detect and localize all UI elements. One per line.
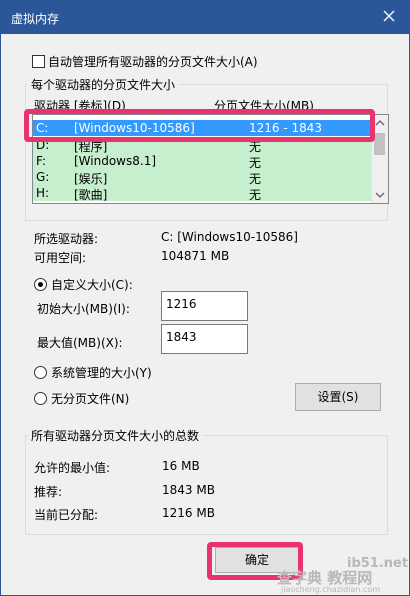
drive-letter: F: bbox=[36, 154, 47, 168]
min-allowed-value: 16 MB bbox=[162, 459, 200, 473]
custom-size-label[interactable]: 自定义大小(C): bbox=[51, 276, 133, 293]
system-managed-radio[interactable] bbox=[34, 366, 47, 379]
drive-list[interactable]: C: [Windows10-10586] 1216 - 1843 D: [程序]… bbox=[32, 114, 389, 204]
drive-size: 1216 - 1843 bbox=[249, 121, 323, 135]
title-bar: 虚拟内存 bbox=[1, 1, 409, 34]
current-allocated-label: 当前已分配: bbox=[34, 508, 99, 522]
column-header-size: 分页文件大小(MB) bbox=[214, 99, 314, 113]
current-allocated-value: 1216 MB bbox=[162, 506, 215, 520]
initial-size-label: 初始大小(MB)(I): bbox=[37, 302, 130, 316]
close-icon[interactable] bbox=[381, 8, 397, 24]
scroll-thumb[interactable] bbox=[374, 133, 385, 155]
max-size-label: 最大值(MB)(X): bbox=[37, 336, 123, 350]
drive-size: 无 bbox=[249, 188, 262, 202]
available-space-value: 104871 MB bbox=[161, 249, 230, 263]
custom-size-radio[interactable] bbox=[34, 278, 47, 291]
set-button[interactable]: 设置(S) bbox=[295, 383, 381, 411]
drive-label: [歌曲] bbox=[74, 188, 108, 202]
drive-row-g[interactable]: G: [娱乐] 无 bbox=[33, 169, 373, 186]
drive-letter: G: bbox=[36, 170, 50, 184]
drive-row-d[interactable]: D: [程序] 无 bbox=[33, 137, 373, 154]
drive-row-h[interactable]: H: [歌曲] 无 bbox=[33, 185, 373, 202]
drive-label: [Windows10-10586] bbox=[74, 121, 195, 135]
no-paging-radio[interactable] bbox=[34, 392, 47, 405]
drive-row-f[interactable]: F: [Windows8.1] 无 bbox=[33, 153, 373, 170]
column-header-drive: 驱动器 [卷标](D) bbox=[34, 99, 126, 113]
drives-group-title: 每个驱动器的分页文件大小 bbox=[28, 76, 179, 93]
selected-drive-label: 所选驱动器: bbox=[34, 232, 99, 246]
drive-letter: C: bbox=[36, 121, 49, 135]
drive-row-c[interactable]: C: [Windows10-10586] 1216 - 1843 bbox=[33, 120, 373, 136]
initial-size-input[interactable]: 1216 bbox=[161, 291, 248, 321]
list-scrollbar[interactable] bbox=[371, 115, 388, 203]
selected-drive-value: C: [Windows10-10586] bbox=[161, 230, 298, 244]
window-title: 虚拟内存 bbox=[11, 12, 60, 26]
scroll-up-icon[interactable] bbox=[375, 119, 385, 127]
virtual-memory-dialog: 虚拟内存 自动管理所有驱动器的分页文件大小(A) 每个驱动器的分页文件大小 驱动… bbox=[0, 0, 410, 596]
system-managed-label[interactable]: 系统管理的大小(Y) bbox=[51, 364, 152, 381]
available-space-label: 可用空间: bbox=[34, 251, 87, 265]
drive-letter: H: bbox=[36, 186, 50, 200]
scroll-down-icon[interactable] bbox=[375, 191, 385, 199]
totals-group-title: 所有驱动器分页文件大小的总数 bbox=[28, 427, 203, 444]
auto-manage-checkbox[interactable] bbox=[32, 55, 45, 68]
recommended-value: 1843 MB bbox=[162, 483, 215, 497]
max-size-input[interactable]: 1843 bbox=[161, 324, 248, 354]
drive-letter: D: bbox=[36, 138, 50, 152]
recommended-label: 推荐: bbox=[34, 485, 63, 499]
min-allowed-label: 允许的最小值: bbox=[34, 461, 111, 475]
no-paging-label[interactable]: 无分页文件(N) bbox=[51, 390, 129, 407]
drive-label: [Windows8.1] bbox=[74, 154, 157, 168]
watermark-url: jiaocheng.chazidian.com bbox=[281, 585, 381, 594]
auto-manage-label[interactable]: 自动管理所有驱动器的分页文件大小(A) bbox=[48, 53, 258, 70]
